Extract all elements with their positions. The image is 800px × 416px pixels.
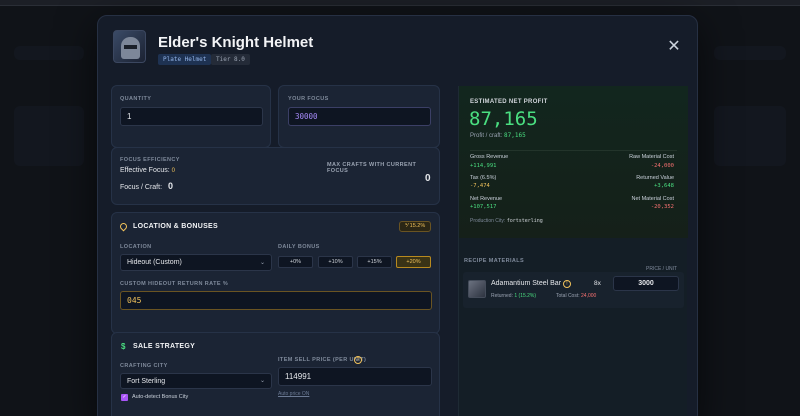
- chevron-down-icon: ⌄: [259, 378, 265, 384]
- sell-price-input[interactable]: 114991: [278, 367, 432, 386]
- return-rate-badge: ⅟ 15.2%: [399, 221, 432, 232]
- backdrop-element: [714, 106, 786, 166]
- focus-per-craft-value: 0: [167, 181, 173, 191]
- gross-revenue-label: Gross Revenue: [470, 154, 509, 160]
- return-rate-badge-value: 15.2%: [409, 223, 426, 229]
- autodetect-checkbox[interactable]: ✓: [121, 394, 128, 401]
- daily-bonus-option-15[interactable]: +15%: [357, 256, 392, 268]
- steel-bar-icon: [468, 280, 486, 298]
- location-section-title: LOCATION & BONUSES: [133, 223, 218, 230]
- focus-per-craft-label: Focus / Craft:: [120, 184, 163, 191]
- sell-price-label: ITEM SELL PRICE (PER UNIT): [278, 357, 367, 363]
- production-city-label: Production City:: [470, 218, 506, 224]
- info-icon[interactable]: !: [563, 280, 571, 288]
- net-profit-header: ESTIMATED NET PROFIT: [470, 99, 548, 105]
- gross-revenue-value: +114,991: [470, 163, 497, 169]
- focus-label: YOUR FOCUS: [288, 96, 329, 102]
- profit-per-craft-value: 87,165: [504, 132, 526, 139]
- daily-bonus-option-0[interactable]: +0%: [278, 256, 313, 268]
- location-select[interactable]: Hideout (Custom) ⌄: [120, 254, 272, 271]
- focus-efficiency-card: FOCUS EFFICIENCY Effective Focus: 0 Focu…: [111, 147, 440, 205]
- helmet-visor: [124, 45, 137, 49]
- profit-panel: ESTIMATED NET PROFIT 87,165 Profit / cra…: [458, 86, 688, 416]
- daily-bonus-option-20[interactable]: +20%: [396, 256, 431, 268]
- production-city-value: fortsterling: [506, 218, 543, 224]
- tax-label: Tax (6.5%): [470, 175, 497, 181]
- item-tier-badge: Tier 8.0: [211, 54, 250, 65]
- profit-per-craft-label: Profit / craft:: [470, 133, 503, 139]
- price-unit-input[interactable]: 3000: [613, 276, 679, 291]
- recipe-materials-header: RECIPE MATERIALS: [464, 258, 525, 264]
- focus-per-craft-row: Focus / Craft: 0: [120, 181, 173, 191]
- max-crafts-label: MAX CRAFTS WITH CURRENT FOCUS: [327, 162, 417, 174]
- crafting-city-label: CRAFTING CITY: [120, 363, 168, 369]
- material-returned-value: 1 (15.2%): [514, 293, 537, 299]
- quantity-label: QUANTITY: [120, 96, 152, 102]
- net-revenue-label: Net Revenue: [470, 196, 503, 202]
- item-title: Elder's Knight Helmet: [158, 34, 314, 51]
- material-name: Adamantium Steel Bar: [491, 280, 562, 287]
- focus-card: YOUR FOCUS 30000: [278, 85, 440, 148]
- crafting-city-select[interactable]: Fort Sterling ⌄: [120, 373, 272, 389]
- backdrop-element: [714, 46, 786, 60]
- net-profit-value: 87,165: [469, 108, 538, 130]
- focus-efficiency-label: FOCUS EFFICIENCY: [120, 157, 180, 163]
- net-revenue-value: +107,517: [470, 204, 497, 210]
- crafting-city-value: Fort Sterling: [127, 377, 166, 385]
- sale-strategy-card: $ SALE STRATEGY CRAFTING CITY Fort Sterl…: [111, 332, 440, 416]
- item-type-badge: Plate Helmet: [158, 54, 212, 65]
- hideout-return-rate-label: CUSTOM HIDEOUT RETURN RATE %: [120, 281, 229, 287]
- daily-bonus-label: DAILY BONUS: [278, 244, 320, 250]
- returned-value-label: Returned Value: [636, 175, 674, 181]
- material-total-label: Total Cost:: [556, 293, 580, 299]
- material-returned-label: Returned:: [491, 293, 513, 299]
- location-select-value: Hideout (Custom): [127, 259, 182, 266]
- backdrop-element: [14, 106, 84, 166]
- dollar-icon: $: [121, 342, 126, 351]
- net-material-cost-value: -20,352: [650, 204, 674, 210]
- location-bonuses-card: LOCATION & BONUSES ⅟ 15.2% LOCATION Hide…: [111, 212, 440, 334]
- tax-value: -7,474: [470, 183, 490, 189]
- net-material-cost-label: Net Material Cost: [631, 196, 675, 202]
- returned-value-value: +3,648: [654, 183, 674, 189]
- hideout-return-rate-input[interactable]: 045: [120, 291, 432, 310]
- auto-price-link[interactable]: Auto price ON: [278, 391, 309, 397]
- backdrop-element: [14, 46, 84, 60]
- raw-material-cost-value: -24,000: [650, 163, 674, 169]
- profit-per-craft-row: Profit / craft: 87,165: [470, 132, 526, 139]
- effective-focus-label: Effective Focus:: [120, 167, 170, 174]
- raw-material-cost-label: Raw Material Cost: [629, 154, 674, 160]
- sale-section-title: SALE STRATEGY: [133, 343, 196, 350]
- info-icon[interactable]: ?: [354, 356, 362, 364]
- production-city-row: Production City: fortsterling: [470, 218, 543, 224]
- material-returned-row: Returned: 1 (15.2%): [491, 293, 536, 299]
- quantity-card: QUANTITY 1: [111, 85, 271, 148]
- location-pin-icon: [118, 221, 129, 232]
- price-unit-label: PRICE / UNIT: [646, 266, 678, 272]
- divider: [470, 150, 677, 151]
- daily-bonus-option-10[interactable]: +10%: [318, 256, 353, 268]
- effective-focus-value: 0: [171, 168, 175, 174]
- material-count: 8x: [594, 280, 601, 287]
- close-icon[interactable]: ✕: [666, 39, 682, 55]
- focus-input[interactable]: 30000: [288, 107, 431, 126]
- chevron-down-icon: ⌄: [259, 260, 265, 266]
- location-label: LOCATION: [120, 244, 152, 250]
- item-detail-modal: Elder's Knight Helmet Plate Helmet Tier …: [97, 15, 698, 416]
- material-total-row: Total Cost: 24,000: [556, 293, 596, 299]
- modal-header: Elder's Knight Helmet Plate Helmet Tier …: [98, 16, 697, 80]
- net-profit-summary: ESTIMATED NET PROFIT 87,165 Profit / cra…: [459, 86, 688, 238]
- autodetect-label: Auto-detect Bonus City: [132, 394, 189, 400]
- item-thumbnail: [113, 30, 146, 63]
- material-total-value: 24,000: [581, 293, 597, 299]
- effective-focus-row: Effective Focus: 0: [120, 167, 175, 174]
- quantity-input[interactable]: 1: [120, 107, 263, 126]
- max-crafts-value: 0: [425, 173, 431, 184]
- material-row: Adamantium Steel Bar ! 8x Returned: 1 (1…: [463, 266, 684, 308]
